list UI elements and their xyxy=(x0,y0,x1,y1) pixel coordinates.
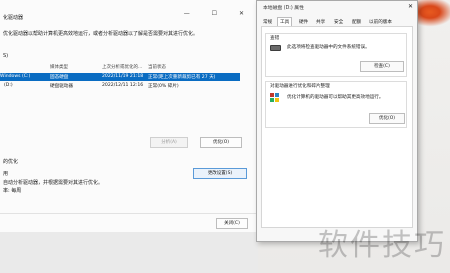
tab-sharing[interactable]: 共享 xyxy=(314,18,327,26)
error-check-heading: 查错 xyxy=(270,36,280,41)
tab-security[interactable]: 安全 xyxy=(332,18,345,26)
col-status[interactable]: 当前状态 xyxy=(148,64,166,70)
description: 优化驱动器以帮助计算机更高效地运行，或者分析驱动器以了解是否需要对其进行优化。 xyxy=(3,31,199,37)
table-row[interactable]: (D:) 硬盘驱动器 2022/12/11 12:16 正常(0% 碎片) xyxy=(0,82,240,90)
change-settings-button[interactable]: 更改设置(S) xyxy=(193,168,247,179)
drive-name: (D:) xyxy=(4,83,13,88)
drive-status: 正常(0% 碎片) xyxy=(148,84,179,89)
drive-status: 正常(距上次重新裁剪已有 27 天) xyxy=(148,75,216,80)
last-run: 2022/11/19 21:18 xyxy=(102,74,144,79)
close-icon[interactable]: ✕ xyxy=(408,3,413,10)
tab-previous-versions[interactable]: 以前的版本 xyxy=(367,18,394,26)
status-label: S) xyxy=(3,53,9,59)
optimize-button[interactable]: 优化(O) xyxy=(200,137,242,148)
defrag-icon xyxy=(270,93,279,102)
check-button[interactable]: 检查(C) xyxy=(360,61,404,72)
media-type: 固态硬盘 xyxy=(50,75,69,80)
tab-general[interactable]: 常规 xyxy=(261,18,274,26)
last-run: 2022/12/11 12:16 xyxy=(102,83,144,88)
tab-quota[interactable]: 配额 xyxy=(350,18,363,26)
error-check-description: 此选项将检查驱动器中的文件系统错误。 xyxy=(287,45,370,50)
optimize-drive-button[interactable]: 优化(O) xyxy=(369,113,405,124)
analyze-button[interactable]: 分析(A) xyxy=(150,137,188,148)
drive-name: Windows (C:) xyxy=(0,74,31,79)
window-title: 化驱动器 xyxy=(3,15,24,21)
schedule-frequency: 率: 每周 xyxy=(3,188,22,194)
col-last-run[interactable]: 上次分析或优化的... xyxy=(102,64,142,70)
taskbar-area xyxy=(0,232,258,273)
watermark-text: 软件技巧 xyxy=(318,228,446,263)
schedule-state: 用 xyxy=(3,171,9,177)
window-controls[interactable]: — ☐ ✕ xyxy=(184,10,254,17)
table-row[interactable]: Windows (C:) 固态硬盘 2022/11/19 21:18 正常(距上… xyxy=(0,73,240,81)
close-button[interactable]: 关闭(C) xyxy=(216,218,248,229)
footer-divider xyxy=(0,213,258,214)
optimize-description: 优化计算机的驱动器可以帮助其更高效地运行。 xyxy=(287,95,384,100)
dialog-title: 本地磁盘 (D:) 属性 xyxy=(263,6,304,11)
schedule-description: 自动分析驱动器，并根据需要对其进行优化。 xyxy=(3,180,104,186)
optimize-heading: 对驱动器进行优化和碎片整理 xyxy=(270,84,330,89)
optimize-drives-window: 化驱动器 — ☐ ✕ 优化驱动器以帮助计算机更高效地运行，或者分析驱动器以了解是… xyxy=(0,0,259,233)
tab-hardware[interactable]: 硬件 xyxy=(297,18,310,26)
media-type: 硬盘驱动器 xyxy=(50,84,73,89)
col-media-type[interactable]: 媒体类型 xyxy=(50,64,68,70)
schedule-heading: 的优化 xyxy=(3,159,19,165)
drive-icon xyxy=(270,45,281,51)
drive-properties-dialog: 本地磁盘 (D:) 属性 ✕ 常规 工具 硬件 共享 安全 配额 以前的版本 查… xyxy=(256,0,418,242)
